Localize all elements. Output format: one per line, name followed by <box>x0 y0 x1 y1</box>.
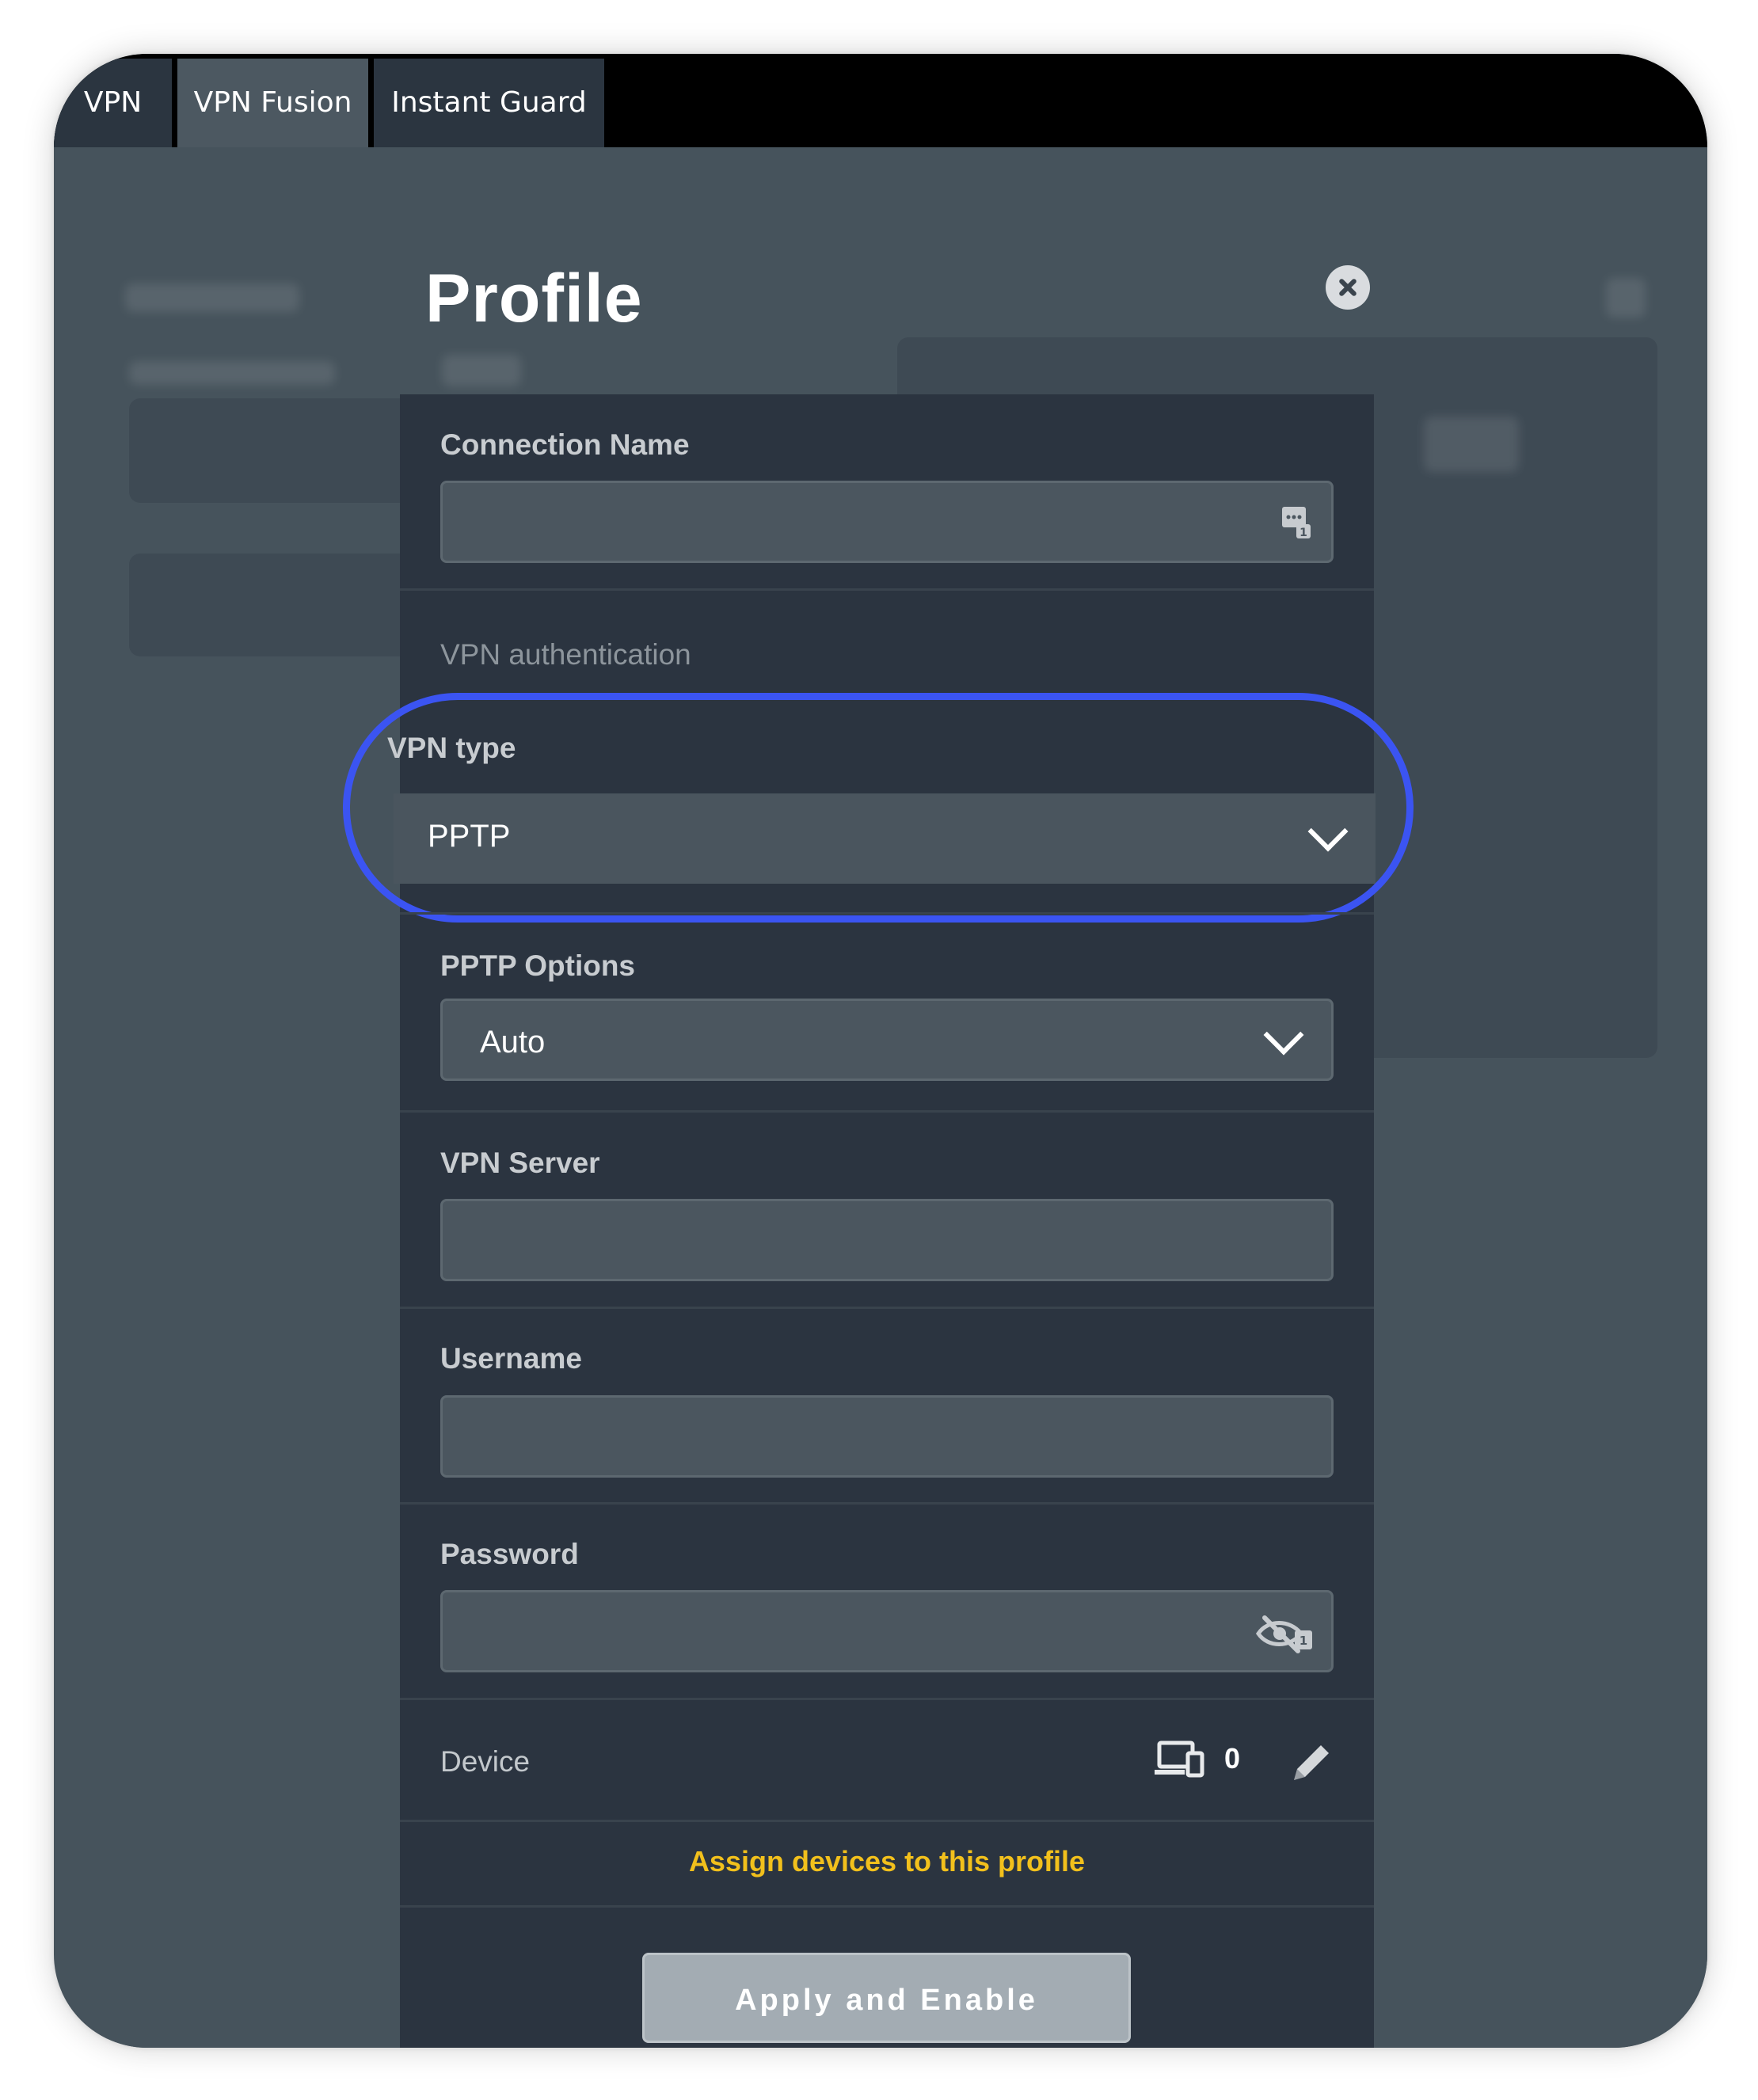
edit-pencil-icon[interactable] <box>1289 1739 1335 1785</box>
username-field[interactable] <box>440 1395 1334 1478</box>
tab-instant-guard[interactable]: Instant Guard <box>374 59 604 147</box>
divider <box>400 1905 1374 1908</box>
chevron-down-icon <box>1263 1014 1304 1056</box>
vpn-server-field[interactable] <box>440 1199 1334 1281</box>
device-count: 0 <box>1224 1742 1241 1775</box>
svg-text:1: 1 <box>1299 1634 1307 1648</box>
password-manager-icon: 1 <box>1282 507 1311 539</box>
divider <box>400 1698 1374 1700</box>
connection-name-field[interactable]: 1 <box>440 481 1334 563</box>
devices-icon <box>1155 1740 1204 1778</box>
vpn-server-label: VPN Server <box>440 1147 600 1179</box>
username-label: Username <box>440 1342 582 1375</box>
pptp-options-value: Auto <box>480 1025 546 1060</box>
modal-title: Profile <box>425 261 643 337</box>
assign-devices-link[interactable]: Assign devices to this profile <box>400 1845 1374 1878</box>
divider <box>400 1502 1374 1505</box>
tab-bar: VPN Server VPN Fusion Instant Guard <box>54 54 1707 207</box>
password-field[interactable]: 1 <box>440 1590 1334 1672</box>
divider <box>400 1307 1374 1309</box>
divider <box>400 1110 1374 1113</box>
hide-password-icon[interactable]: 1 <box>1255 1611 1315 1656</box>
tab-vpn-server[interactable]: VPN Server <box>54 59 172 207</box>
divider <box>400 912 1374 915</box>
pptp-options-select[interactable]: Auto <box>440 999 1334 1081</box>
pptp-options-label: PPTP Options <box>440 949 636 982</box>
svg-text:1: 1 <box>1299 527 1307 539</box>
divider <box>400 1820 1374 1822</box>
divider <box>400 588 1374 591</box>
connection-name-label: Connection Name <box>440 428 690 461</box>
close-icon[interactable] <box>1326 265 1370 310</box>
tab-vpn-fusion[interactable]: VPN Fusion <box>177 59 368 147</box>
password-label: Password <box>440 1538 579 1570</box>
apply-and-enable-button[interactable]: Apply and Enable <box>642 1953 1131 2043</box>
vpn-authentication-heading: VPN authentication <box>440 638 691 671</box>
device-label: Device <box>440 1745 531 1778</box>
highlight-ring <box>343 693 1414 923</box>
